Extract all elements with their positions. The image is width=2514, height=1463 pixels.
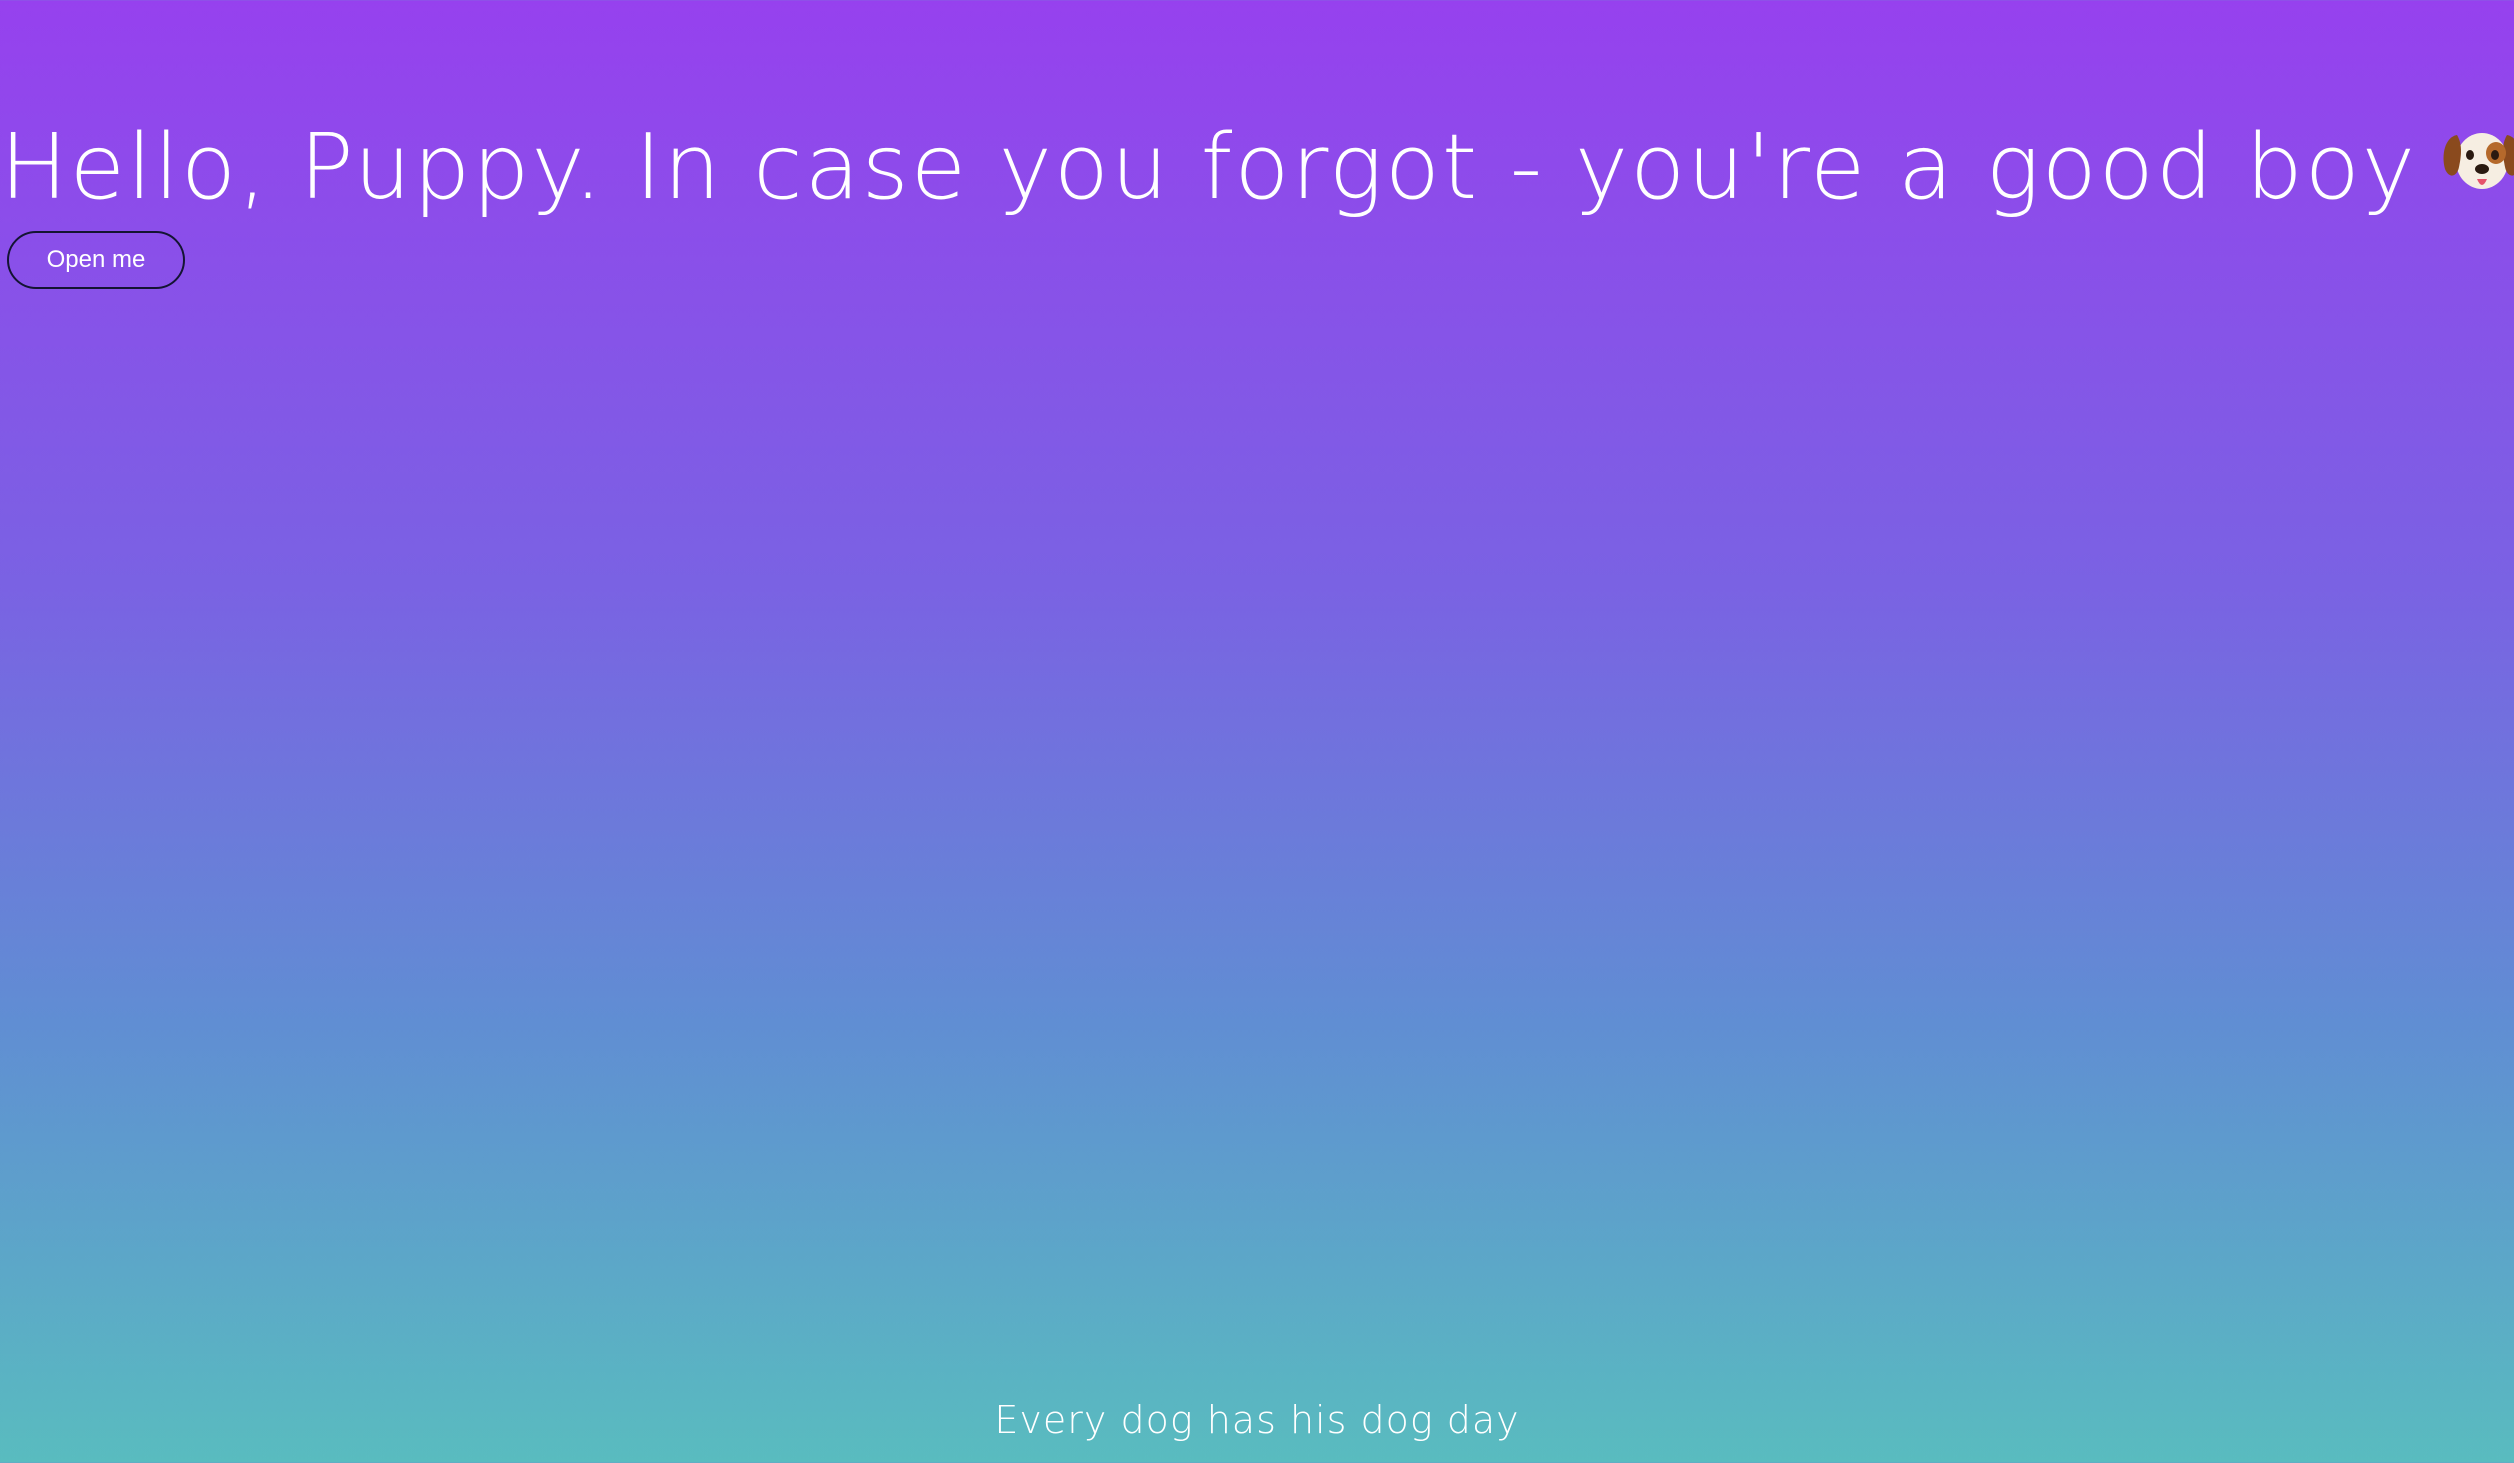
- page-title-text: Hello, Puppy. In case you forgot - you'r…: [0, 115, 2418, 221]
- footer-text: Every dog has his dog day: [994, 1398, 1520, 1442]
- page-title: Hello, Puppy. In case you forgot - you'r…: [0, 108, 2514, 233]
- dog-face-icon: [2441, 107, 2514, 227]
- open-me-button[interactable]: Open me: [7, 231, 185, 289]
